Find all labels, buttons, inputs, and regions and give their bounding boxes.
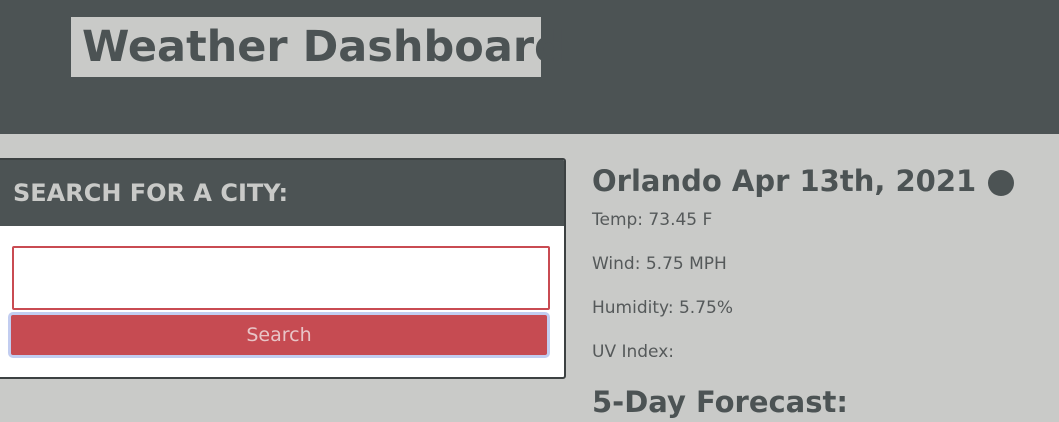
page-header: Weather Dashboard: [0, 0, 1059, 134]
humidity-stat: Humidity: 5.75%: [592, 298, 733, 318]
city-search-input[interactable]: [12, 246, 550, 310]
city-date-heading: Orlando Apr 13th, 2021: [592, 164, 977, 198]
page-title: Weather Dashboard: [82, 22, 565, 72]
weather-icon: [988, 170, 1015, 196]
search-card-header: SEARCH FOR A CITY:: [0, 160, 564, 226]
uv-index-stat: UV Index:: [592, 342, 675, 362]
forecast-title: 5-Day Forecast:: [592, 385, 848, 419]
search-button[interactable]: Search: [8, 312, 550, 358]
wind-stat: Wind: 5.75 MPH: [592, 254, 727, 274]
title-box: Weather Dashboard: [71, 17, 565, 77]
search-card: SEARCH FOR A CITY: Search: [0, 158, 566, 379]
current-weather: Orlando Apr 13th, 2021 Temp: 73.45 F Win…: [592, 160, 1052, 362]
search-heading: SEARCH FOR A CITY:: [13, 179, 289, 207]
temp-stat: Temp: 73.45 F: [592, 210, 713, 230]
city-date-line: Orlando Apr 13th, 2021: [592, 160, 1052, 202]
